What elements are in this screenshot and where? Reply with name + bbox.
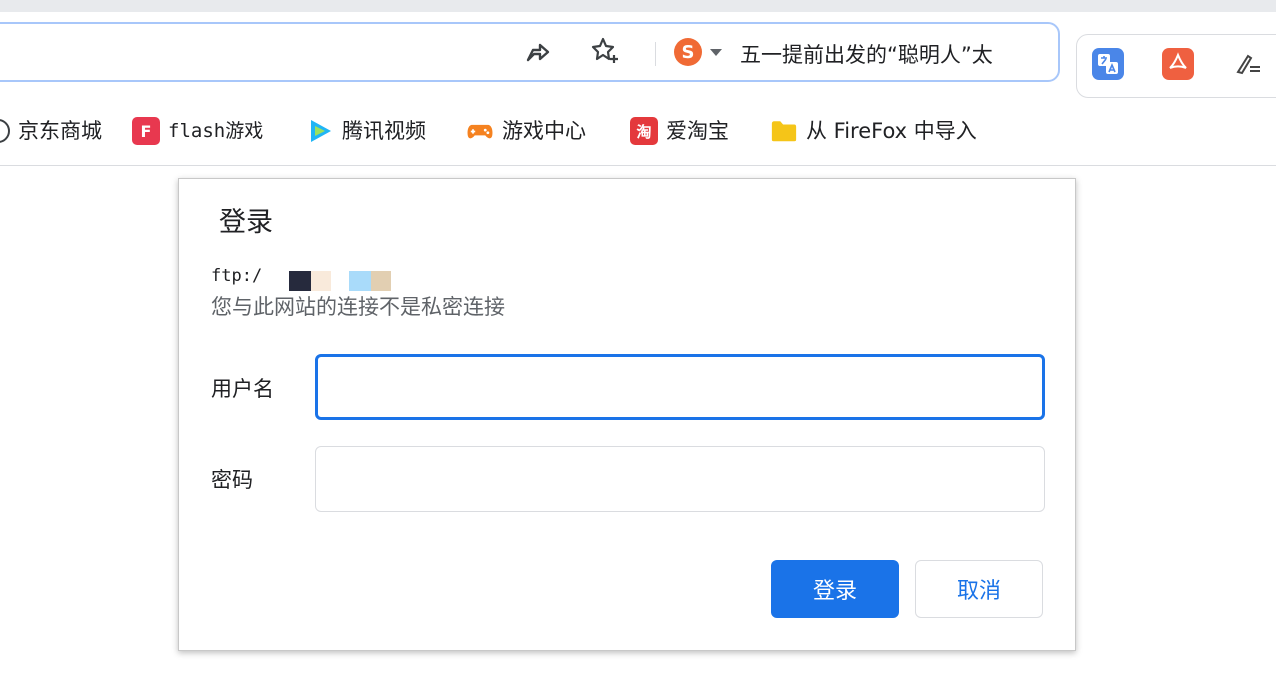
password-label: 密码 [211,468,253,492]
bookmark-label: 从 FireFox 中导入 [806,119,977,143]
password-input[interactable] [315,446,1045,512]
bookmark-item-tencent-video[interactable]: 腾讯视频 [306,113,426,149]
browser-toolbar: S 五一提前出发的“聪明人”太 [0,12,1276,100]
cancel-button[interactable]: 取消 [915,560,1043,618]
folder-icon [770,117,798,145]
omnibox-suggestion-text[interactable]: 五一提前出发的“聪明人”太 [740,40,1050,70]
dialog-url: ftp:/ [211,266,263,286]
bookmark-label: flash游戏 [168,120,264,142]
login-button[interactable]: 登录 [771,560,899,618]
dialog-title: 登录 [219,207,273,238]
translate-extension-icon[interactable] [1092,48,1124,80]
ftp-login-dialog: 登录 ftp:/ 您与此网站的连接不是私密连接 用户名 密码 登录 取消 [178,178,1076,651]
bookmark-item-game-center[interactable]: 游戏中心 [466,113,586,149]
flash-game-icon: F [132,117,160,145]
tab-strip [0,0,1276,12]
redaction-block [311,271,331,291]
bookmark-label: 腾讯视频 [342,119,426,143]
jd-icon [0,119,10,143]
share-arrow-icon[interactable] [520,34,554,68]
redaction-block [349,271,371,291]
bookmark-star-icon[interactable] [588,34,622,68]
gamepad-icon [466,117,494,145]
username-label: 用户名 [211,377,274,401]
bookmark-item-firefox-import[interactable]: 从 FireFox 中导入 [770,113,1015,149]
chevron-down-icon[interactable] [710,49,722,56]
omnibox-divider [655,42,656,66]
redaction-block [289,271,311,291]
pdf-extension-icon[interactable] [1162,48,1194,80]
sogou-search-icon[interactable]: S [674,38,702,66]
bookmark-item-flash-games[interactable]: F flash游戏 [132,113,263,149]
bookmark-item-taobao[interactable]: 淘 爱淘宝 [630,113,729,149]
taobao-icon: 淘 [630,117,658,145]
redaction-block [371,271,391,291]
bookmark-label: 京东商城 [18,119,102,143]
bookmark-label: 爱淘宝 [666,119,729,143]
tencent-video-icon [306,117,334,145]
connection-warning: 您与此网站的连接不是私密连接 [211,295,505,319]
bookmarks-bar: 京东商城 F flash游戏 腾讯视频 游戏中心 淘 爱淘宝 从 FireFox… [0,100,1276,166]
username-input[interactable] [315,354,1045,420]
bookmark-item-jd[interactable]: 京东商城 [0,113,102,149]
bookmark-label: 游戏中心 [502,119,586,143]
edit-extension-icon[interactable] [1232,48,1264,80]
